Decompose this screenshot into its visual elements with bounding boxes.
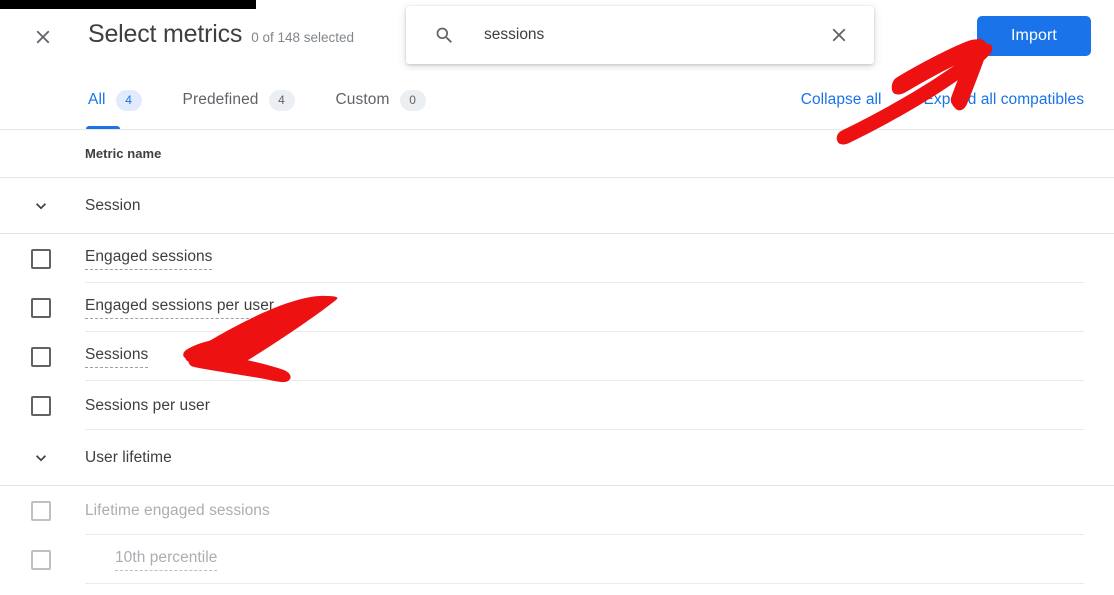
tab-custom-badge: 0 bbox=[400, 90, 426, 111]
tab-predefined[interactable]: Predefined 4 bbox=[183, 71, 295, 129]
selected-count-text: 0 of 148 selected bbox=[251, 22, 354, 53]
row-checkbox[interactable] bbox=[31, 249, 51, 269]
tab-predefined-label: Predefined bbox=[183, 91, 259, 109]
metric-name: Engaged sessions per user bbox=[85, 296, 274, 319]
collapse-all-link[interactable]: Collapse all bbox=[801, 91, 882, 109]
tab-all-label: All bbox=[88, 91, 106, 109]
table-column-header: Metric name bbox=[0, 130, 1114, 178]
chevron-down-icon[interactable] bbox=[30, 447, 52, 469]
row-checkbox[interactable] bbox=[31, 501, 51, 521]
tab-custom-label: Custom bbox=[336, 91, 390, 109]
page-title: Select metrics 0 of 148 selected bbox=[88, 19, 354, 53]
table-row[interactable]: Lifetime engaged sessions bbox=[0, 486, 1114, 535]
tab-custom[interactable]: Custom 0 bbox=[336, 71, 426, 129]
search-input[interactable] bbox=[484, 26, 826, 44]
close-dialog-button[interactable] bbox=[26, 20, 60, 54]
tab-list: All 4 Predefined 4 Custom 0 bbox=[88, 71, 467, 129]
clear-search-icon[interactable] bbox=[826, 22, 852, 48]
page-title-text: Select metrics bbox=[88, 19, 242, 50]
tabs-bar: All 4 Predefined 4 Custom 0 Collapse all… bbox=[0, 71, 1114, 130]
metric-name: Sessions per user bbox=[85, 396, 210, 416]
row-checkbox[interactable] bbox=[31, 347, 51, 367]
tab-all-badge: 4 bbox=[116, 90, 142, 111]
table-row[interactable]: Sessions bbox=[0, 332, 1114, 381]
chevron-down-icon[interactable] bbox=[30, 195, 52, 217]
group-label: Session bbox=[85, 197, 141, 215]
tab-active-indicator bbox=[86, 126, 120, 129]
metric-name: Lifetime engaged sessions bbox=[85, 501, 270, 521]
metric-name: Engaged sessions bbox=[85, 247, 212, 270]
metric-name: 10th percentile bbox=[115, 548, 217, 571]
group-label: User lifetime bbox=[85, 449, 172, 467]
search-icon bbox=[433, 24, 455, 46]
row-checkbox[interactable] bbox=[31, 298, 51, 318]
redaction-bar bbox=[0, 0, 256, 9]
import-button[interactable]: Import bbox=[977, 16, 1091, 56]
metric-name: Sessions bbox=[85, 345, 148, 368]
table-row[interactable]: Engaged sessions per user bbox=[0, 283, 1114, 332]
row-checkbox[interactable] bbox=[31, 550, 51, 570]
table-row[interactable]: 10th percentile bbox=[0, 535, 1114, 584]
expand-all-compatibles-link[interactable]: Expand all compatibles bbox=[924, 91, 1085, 109]
group-row-session[interactable]: Session bbox=[0, 178, 1114, 234]
close-icon bbox=[32, 26, 54, 48]
search-box[interactable] bbox=[406, 6, 874, 64]
group-row-user-lifetime[interactable]: User lifetime bbox=[0, 430, 1114, 486]
tab-actions: Collapse all Expand all compatibles bbox=[759, 71, 1084, 129]
tab-all[interactable]: All 4 bbox=[88, 71, 142, 129]
column-header-metric-name: Metric name bbox=[85, 146, 161, 161]
table-row[interactable]: Engaged sessions bbox=[0, 234, 1114, 283]
dialog-header: Select metrics 0 of 148 selected Import bbox=[0, 0, 1114, 71]
row-checkbox[interactable] bbox=[31, 396, 51, 416]
metrics-table: Metric name Session Engaged sessions Eng… bbox=[0, 130, 1114, 584]
table-row[interactable]: Sessions per user bbox=[0, 381, 1114, 430]
tab-predefined-badge: 4 bbox=[269, 90, 295, 111]
